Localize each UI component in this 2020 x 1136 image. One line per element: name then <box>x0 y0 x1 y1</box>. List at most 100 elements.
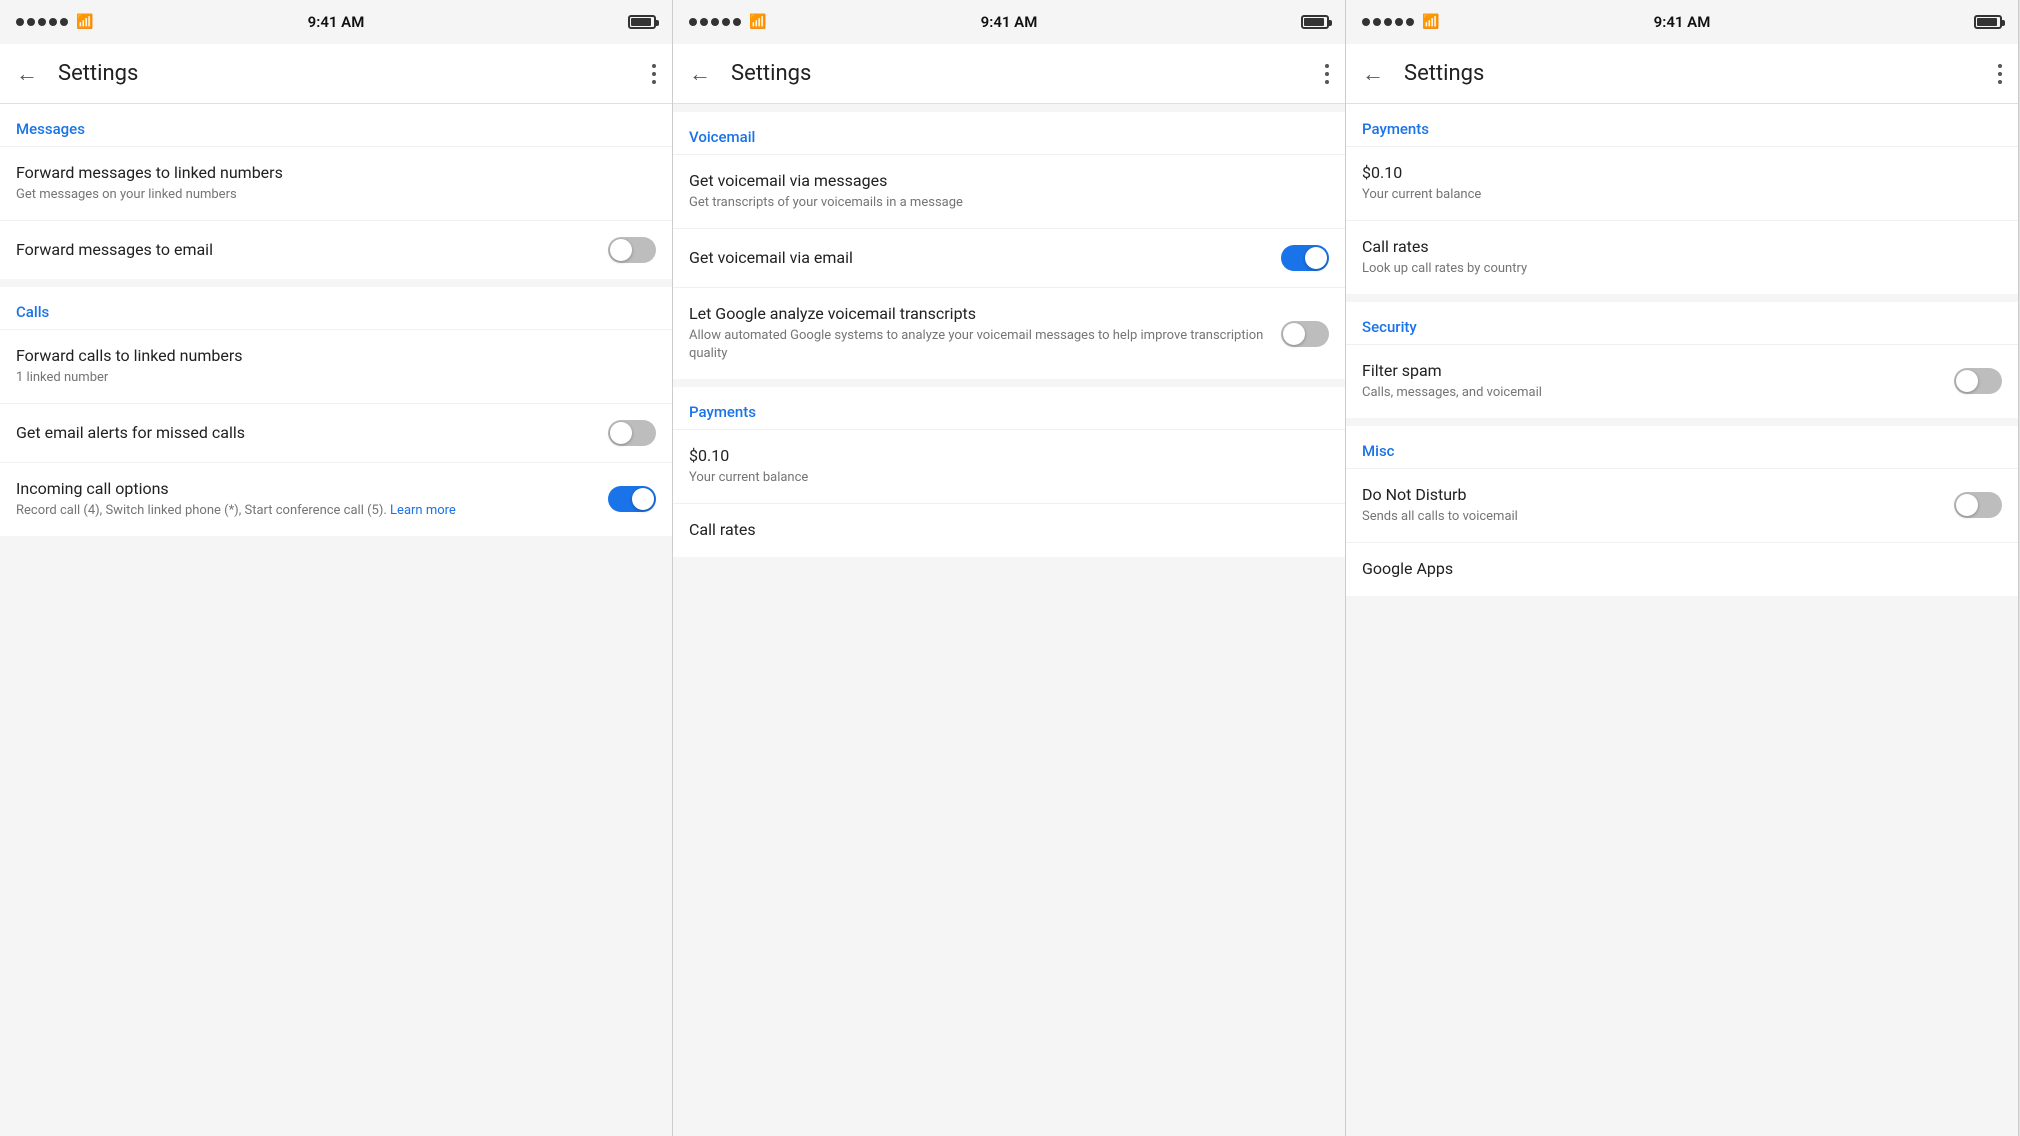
forward-to-linked-text: Forward messages to linked numbers Get m… <box>16 163 656 204</box>
status-left: 📶 <box>16 14 93 30</box>
page-title-right: Settings <box>1404 61 1998 86</box>
google-analyze-toggle[interactable] <box>1281 321 1329 347</box>
voicemail-email-toggle[interactable] <box>1281 245 1329 271</box>
back-button-middle[interactable]: ← <box>689 61 711 87</box>
call-rates-right-item[interactable]: Call rates Look up call rates by country <box>1346 220 2018 294</box>
more-button-middle[interactable] <box>1325 64 1329 84</box>
forward-to-linked-item[interactable]: Forward messages to linked numbers Get m… <box>0 146 672 220</box>
do-not-disturb-toggle[interactable] <box>1954 492 2002 518</box>
do-not-disturb-subtitle: Sends all calls to voicemail <box>1362 508 1938 526</box>
app-bar-middle: ← Settings <box>673 44 1345 104</box>
email-alerts-missed-text: Get email alerts for missed calls <box>16 423 608 444</box>
calls-section: Calls Forward calls to linked numbers 1 … <box>0 287 672 536</box>
forward-to-linked-subtitle: Get messages on your linked numbers <box>16 186 640 204</box>
google-apps-item[interactable]: Google Apps <box>1346 542 2018 596</box>
call-rates-mid-title: Call rates <box>689 520 1313 541</box>
voicemail-via-messages-item[interactable]: Get voicemail via messages Get transcrip… <box>673 154 1345 228</box>
security-header: Security <box>1346 302 2018 344</box>
status-time-right: 9:41 AM <box>1654 13 1711 31</box>
wifi-icon-right: 📶 <box>1422 14 1439 30</box>
signal-dots-mid <box>689 18 741 26</box>
balance-mid-subtitle: Your current balance <box>689 469 1313 487</box>
back-button-left[interactable]: ← <box>16 61 38 87</box>
messages-header: Messages <box>0 104 672 146</box>
call-rates-mid-text: Call rates <box>689 520 1329 541</box>
status-left-right: 📶 <box>1362 14 1439 30</box>
status-bar-left: 📶 9:41 AM <box>0 0 672 44</box>
panel-left: 📶 9:41 AM ← Settings Messages Forward me… <box>0 0 673 1136</box>
balance-right-item[interactable]: $0.10 Your current balance <box>1346 146 2018 220</box>
filter-spam-title: Filter spam <box>1362 361 1938 382</box>
settings-content-middle: Voicemail Get voicemail via messages Get… <box>673 104 1345 1136</box>
voicemail-via-email-title: Get voicemail via email <box>689 248 1265 269</box>
forward-to-linked-title: Forward messages to linked numbers <box>16 163 640 184</box>
forward-calls-linked-item[interactable]: Forward calls to linked numbers 1 linked… <box>0 329 672 403</box>
email-alerts-missed-item[interactable]: Get email alerts for missed calls <box>0 403 672 462</box>
filter-spam-toggle[interactable] <box>1954 368 2002 394</box>
misc-section: Misc Do Not Disturb Sends all calls to v… <box>1346 426 2018 596</box>
balance-right-subtitle: Your current balance <box>1362 186 1986 204</box>
payments-header-mid: Payments <box>673 387 1345 429</box>
messages-section: Messages Forward messages to linked numb… <box>0 104 672 279</box>
forward-to-email-text: Forward messages to email <box>16 240 608 261</box>
balance-right-title: $0.10 <box>1362 163 1986 184</box>
incoming-call-options-subtitle: Record call (4), Switch linked phone (*)… <box>16 502 592 520</box>
google-apps-text: Google Apps <box>1362 559 2002 580</box>
forward-to-email-title: Forward messages to email <box>16 240 592 261</box>
balance-right-text: $0.10 Your current balance <box>1362 163 2002 204</box>
do-not-disturb-text: Do Not Disturb Sends all calls to voicem… <box>1362 485 1954 526</box>
filter-spam-subtitle: Calls, messages, and voicemail <box>1362 384 1938 402</box>
email-alerts-missed-title: Get email alerts for missed calls <box>16 423 592 444</box>
filter-spam-item[interactable]: Filter spam Calls, messages, and voicema… <box>1346 344 2018 418</box>
do-not-disturb-item[interactable]: Do Not Disturb Sends all calls to voicem… <box>1346 468 2018 542</box>
balance-mid-title: $0.10 <box>689 446 1313 467</box>
learn-more-link[interactable]: Learn more <box>390 503 456 518</box>
voicemail-via-email-item[interactable]: Get voicemail via email <box>673 228 1345 287</box>
status-bar-middle: 📶 9:41 AM <box>673 0 1345 44</box>
call-rates-right-subtitle: Look up call rates by country <box>1362 260 1986 278</box>
panel-right: 📶 9:41 AM ← Settings Payments $0.10 You <box>1346 0 2019 1136</box>
google-analyze-item[interactable]: Let Google analyze voicemail transcripts… <box>673 287 1345 379</box>
status-right-right <box>1974 15 2002 29</box>
back-button-right[interactable]: ← <box>1362 61 1384 87</box>
google-apps-title: Google Apps <box>1362 559 1986 580</box>
google-analyze-title: Let Google analyze voicemail transcripts <box>689 304 1265 325</box>
more-button-left[interactable] <box>652 64 656 84</box>
email-alerts-toggle[interactable] <box>608 420 656 446</box>
balance-mid-text: $0.10 Your current balance <box>689 446 1329 487</box>
settings-content-right: Payments $0.10 Your current balance Call… <box>1346 104 2018 1136</box>
incoming-call-options-text: Incoming call options Record call (4), S… <box>16 479 608 520</box>
incoming-call-options-item[interactable]: Incoming call options Record call (4), S… <box>0 462 672 536</box>
app-bar-right: ← Settings <box>1346 44 2018 104</box>
filter-spam-text: Filter spam Calls, messages, and voicema… <box>1362 361 1954 402</box>
forward-to-email-item[interactable]: Forward messages to email <box>0 220 672 279</box>
panel-middle: 📶 9:41 AM ← Settings Voicemail Get voice… <box>673 0 1346 1136</box>
payments-section-middle: Payments $0.10 Your current balance Call… <box>673 387 1345 557</box>
balance-mid-item[interactable]: $0.10 Your current balance <box>673 429 1345 503</box>
google-analyze-subtitle: Allow automated Google systems to analyz… <box>689 327 1265 363</box>
battery-icon-right <box>1974 15 2002 29</box>
google-analyze-text: Let Google analyze voicemail transcripts… <box>689 304 1281 363</box>
status-left-mid: 📶 <box>689 14 766 30</box>
incoming-call-toggle[interactable] <box>608 486 656 512</box>
battery-icon <box>628 15 656 29</box>
status-right <box>628 15 656 29</box>
voicemail-section: Voicemail Get voicemail via messages Get… <box>673 112 1345 379</box>
incoming-call-options-title: Incoming call options <box>16 479 592 500</box>
status-time-left: 9:41 AM <box>308 13 365 31</box>
signal-dots-right <box>1362 18 1414 26</box>
status-right-mid <box>1301 15 1329 29</box>
do-not-disturb-title: Do Not Disturb <box>1362 485 1938 506</box>
voicemail-via-messages-subtitle: Get transcripts of your voicemails in a … <box>689 194 1313 212</box>
call-rates-mid-item[interactable]: Call rates <box>673 503 1345 557</box>
voicemail-via-email-text: Get voicemail via email <box>689 248 1281 269</box>
forward-calls-linked-subtitle: 1 linked number <box>16 369 640 387</box>
forward-to-email-toggle[interactable] <box>608 237 656 263</box>
signal-dots <box>16 18 68 26</box>
battery-icon-mid <box>1301 15 1329 29</box>
wifi-icon: 📶 <box>76 14 93 30</box>
call-rates-right-title: Call rates <box>1362 237 1986 258</box>
more-button-right[interactable] <box>1998 64 2002 84</box>
voicemail-via-messages-title: Get voicemail via messages <box>689 171 1313 192</box>
status-bar-right: 📶 9:41 AM <box>1346 0 2018 44</box>
